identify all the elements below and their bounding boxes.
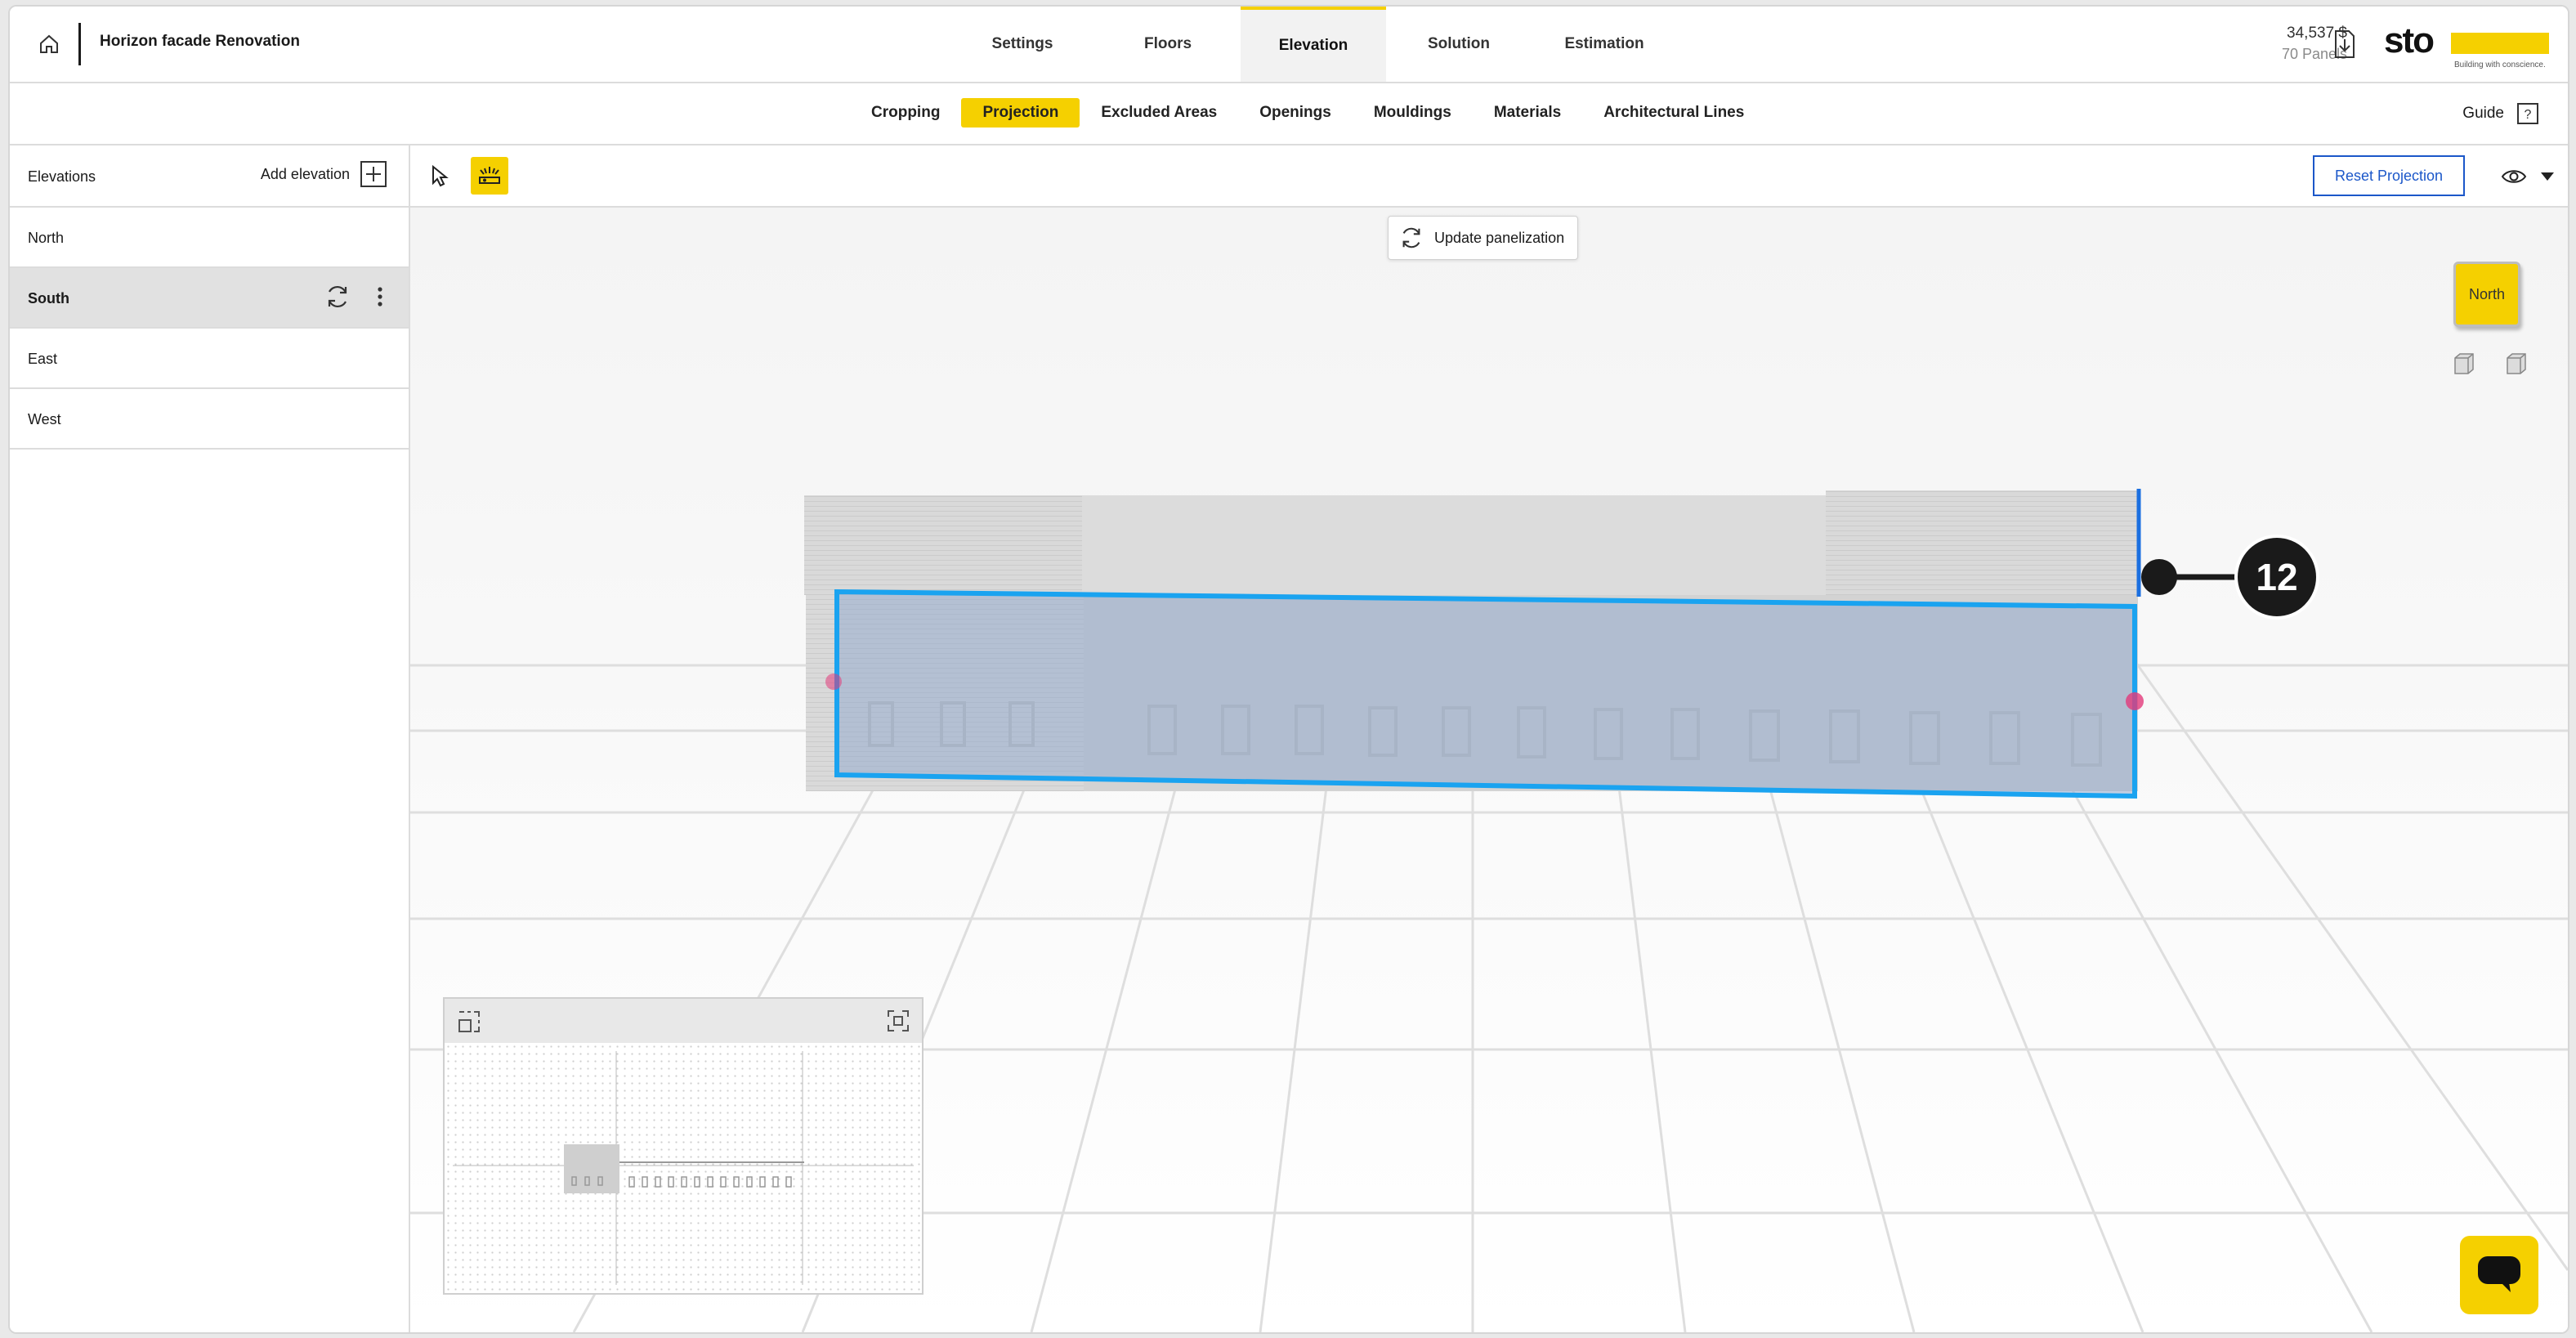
download-icon[interactable] (2329, 28, 2359, 60)
guide-label: Guide (2462, 105, 2504, 122)
projection-tool-button[interactable] (471, 157, 508, 195)
chevron-down-icon[interactable] (2535, 160, 2560, 193)
svg-text:?: ? (2525, 108, 2532, 122)
fit-view-icon[interactable] (456, 1009, 482, 1035)
elevation-item-north[interactable]: North (10, 208, 409, 268)
add-elevation-label: Add elevation (260, 165, 350, 182)
refresh-icon[interactable] (324, 283, 351, 311)
update-panelization-label: Update panelization (1434, 229, 1565, 246)
tab-floors[interactable]: Floors (1095, 7, 1241, 82)
subtab-mouldings[interactable]: Mouldings (1353, 98, 1473, 128)
elevation-item-south[interactable]: South (10, 268, 409, 329)
subtab-projection[interactable]: Projection (961, 98, 1080, 128)
elevation-label: West (28, 411, 61, 427)
add-elevation-button[interactable]: Add elevation (261, 160, 387, 188)
main-tabs: Settings Floors Elevation Solution Estim… (950, 7, 1677, 82)
sidebar-header: Elevations Add elevation (10, 145, 409, 208)
elevation-actions (324, 283, 384, 311)
sub-navigation: Cropping Projection Excluded Areas Openi… (10, 83, 2568, 145)
elevation-label: East (28, 351, 58, 367)
sto-logo: sto Building with conscience. (2384, 23, 2556, 74)
view-cube[interactable]: North (2453, 262, 2520, 327)
logo-yellow-bar (2451, 33, 2549, 54)
elevation-label: South (28, 290, 69, 307)
selection-handle-left[interactable] (825, 673, 842, 690)
select-tool-button[interactable] (422, 157, 459, 195)
minimap-panel[interactable] (443, 997, 924, 1295)
top-bar: Horizon facade Renovation Settings Floor… (10, 7, 2568, 83)
minimap-header (445, 999, 922, 1043)
perspective-cube-icon[interactable] (2452, 351, 2476, 376)
tab-solution[interactable]: Solution (1386, 7, 1532, 82)
subtab-cropping[interactable]: Cropping (850, 98, 961, 128)
project-title: Horizon facade Renovation (100, 33, 300, 50)
elevations-sidebar: Elevations Add elevation North South Eas… (10, 145, 410, 1332)
minimap-canvas[interactable] (445, 1043, 922, 1293)
sidebar-title: Elevations (28, 168, 96, 185)
logo-wordmark: sto (2384, 20, 2435, 60)
subtab-excluded-areas[interactable]: Excluded Areas (1080, 98, 1238, 128)
update-panelization-button[interactable]: Update panelization (1388, 216, 1579, 260)
annotation-dot (2141, 559, 2177, 595)
minimap-building-outline (453, 1051, 914, 1285)
tab-settings[interactable]: Settings (950, 7, 1095, 82)
sub-tabs: Cropping Projection Excluded Areas Openi… (850, 98, 1765, 128)
chat-support-button[interactable] (2460, 1236, 2538, 1314)
guide-button[interactable]: Guide ? (2462, 101, 2540, 126)
subtab-architectural-lines[interactable]: Architectural Lines (1582, 98, 1765, 128)
projector-icon (479, 167, 500, 184)
3d-viewport[interactable]: Update panelization 12 North (410, 208, 2568, 1332)
subtab-openings[interactable]: Openings (1238, 98, 1353, 128)
elevation-item-east[interactable]: East (10, 329, 409, 389)
reset-projection-button[interactable]: Reset Projection (2313, 155, 2465, 196)
orthographic-cube-icon[interactable] (2504, 351, 2529, 376)
selection-handle-right[interactable] (2126, 692, 2144, 710)
plus-box-icon (360, 161, 387, 187)
viewport-toolbar: Reset Projection (410, 145, 2568, 208)
elevation-item-west[interactable]: West (10, 389, 409, 450)
subtab-materials[interactable]: Materials (1473, 98, 1582, 128)
tab-elevation[interactable]: Elevation (1241, 7, 1386, 82)
projection-selection-area[interactable] (834, 588, 2137, 799)
more-options-icon[interactable] (376, 284, 384, 309)
logo-tagline: Building with conscience. (2454, 60, 2546, 69)
home-icon[interactable] (33, 28, 65, 60)
header-divider (78, 23, 81, 65)
help-icon: ? (2517, 103, 2538, 124)
refresh-icon (1402, 227, 1420, 248)
cursor-icon (432, 164, 449, 187)
elevation-label: North (28, 230, 65, 246)
chat-bubble-icon (2478, 1256, 2520, 1292)
eye-icon[interactable] (2498, 160, 2530, 193)
annotation-badge: 12 (2234, 535, 2319, 620)
tab-estimation[interactable]: Estimation (1532, 7, 1677, 82)
expand-icon[interactable] (886, 1009, 910, 1033)
app-window: Horizon facade Renovation Settings Floor… (8, 5, 2569, 1334)
